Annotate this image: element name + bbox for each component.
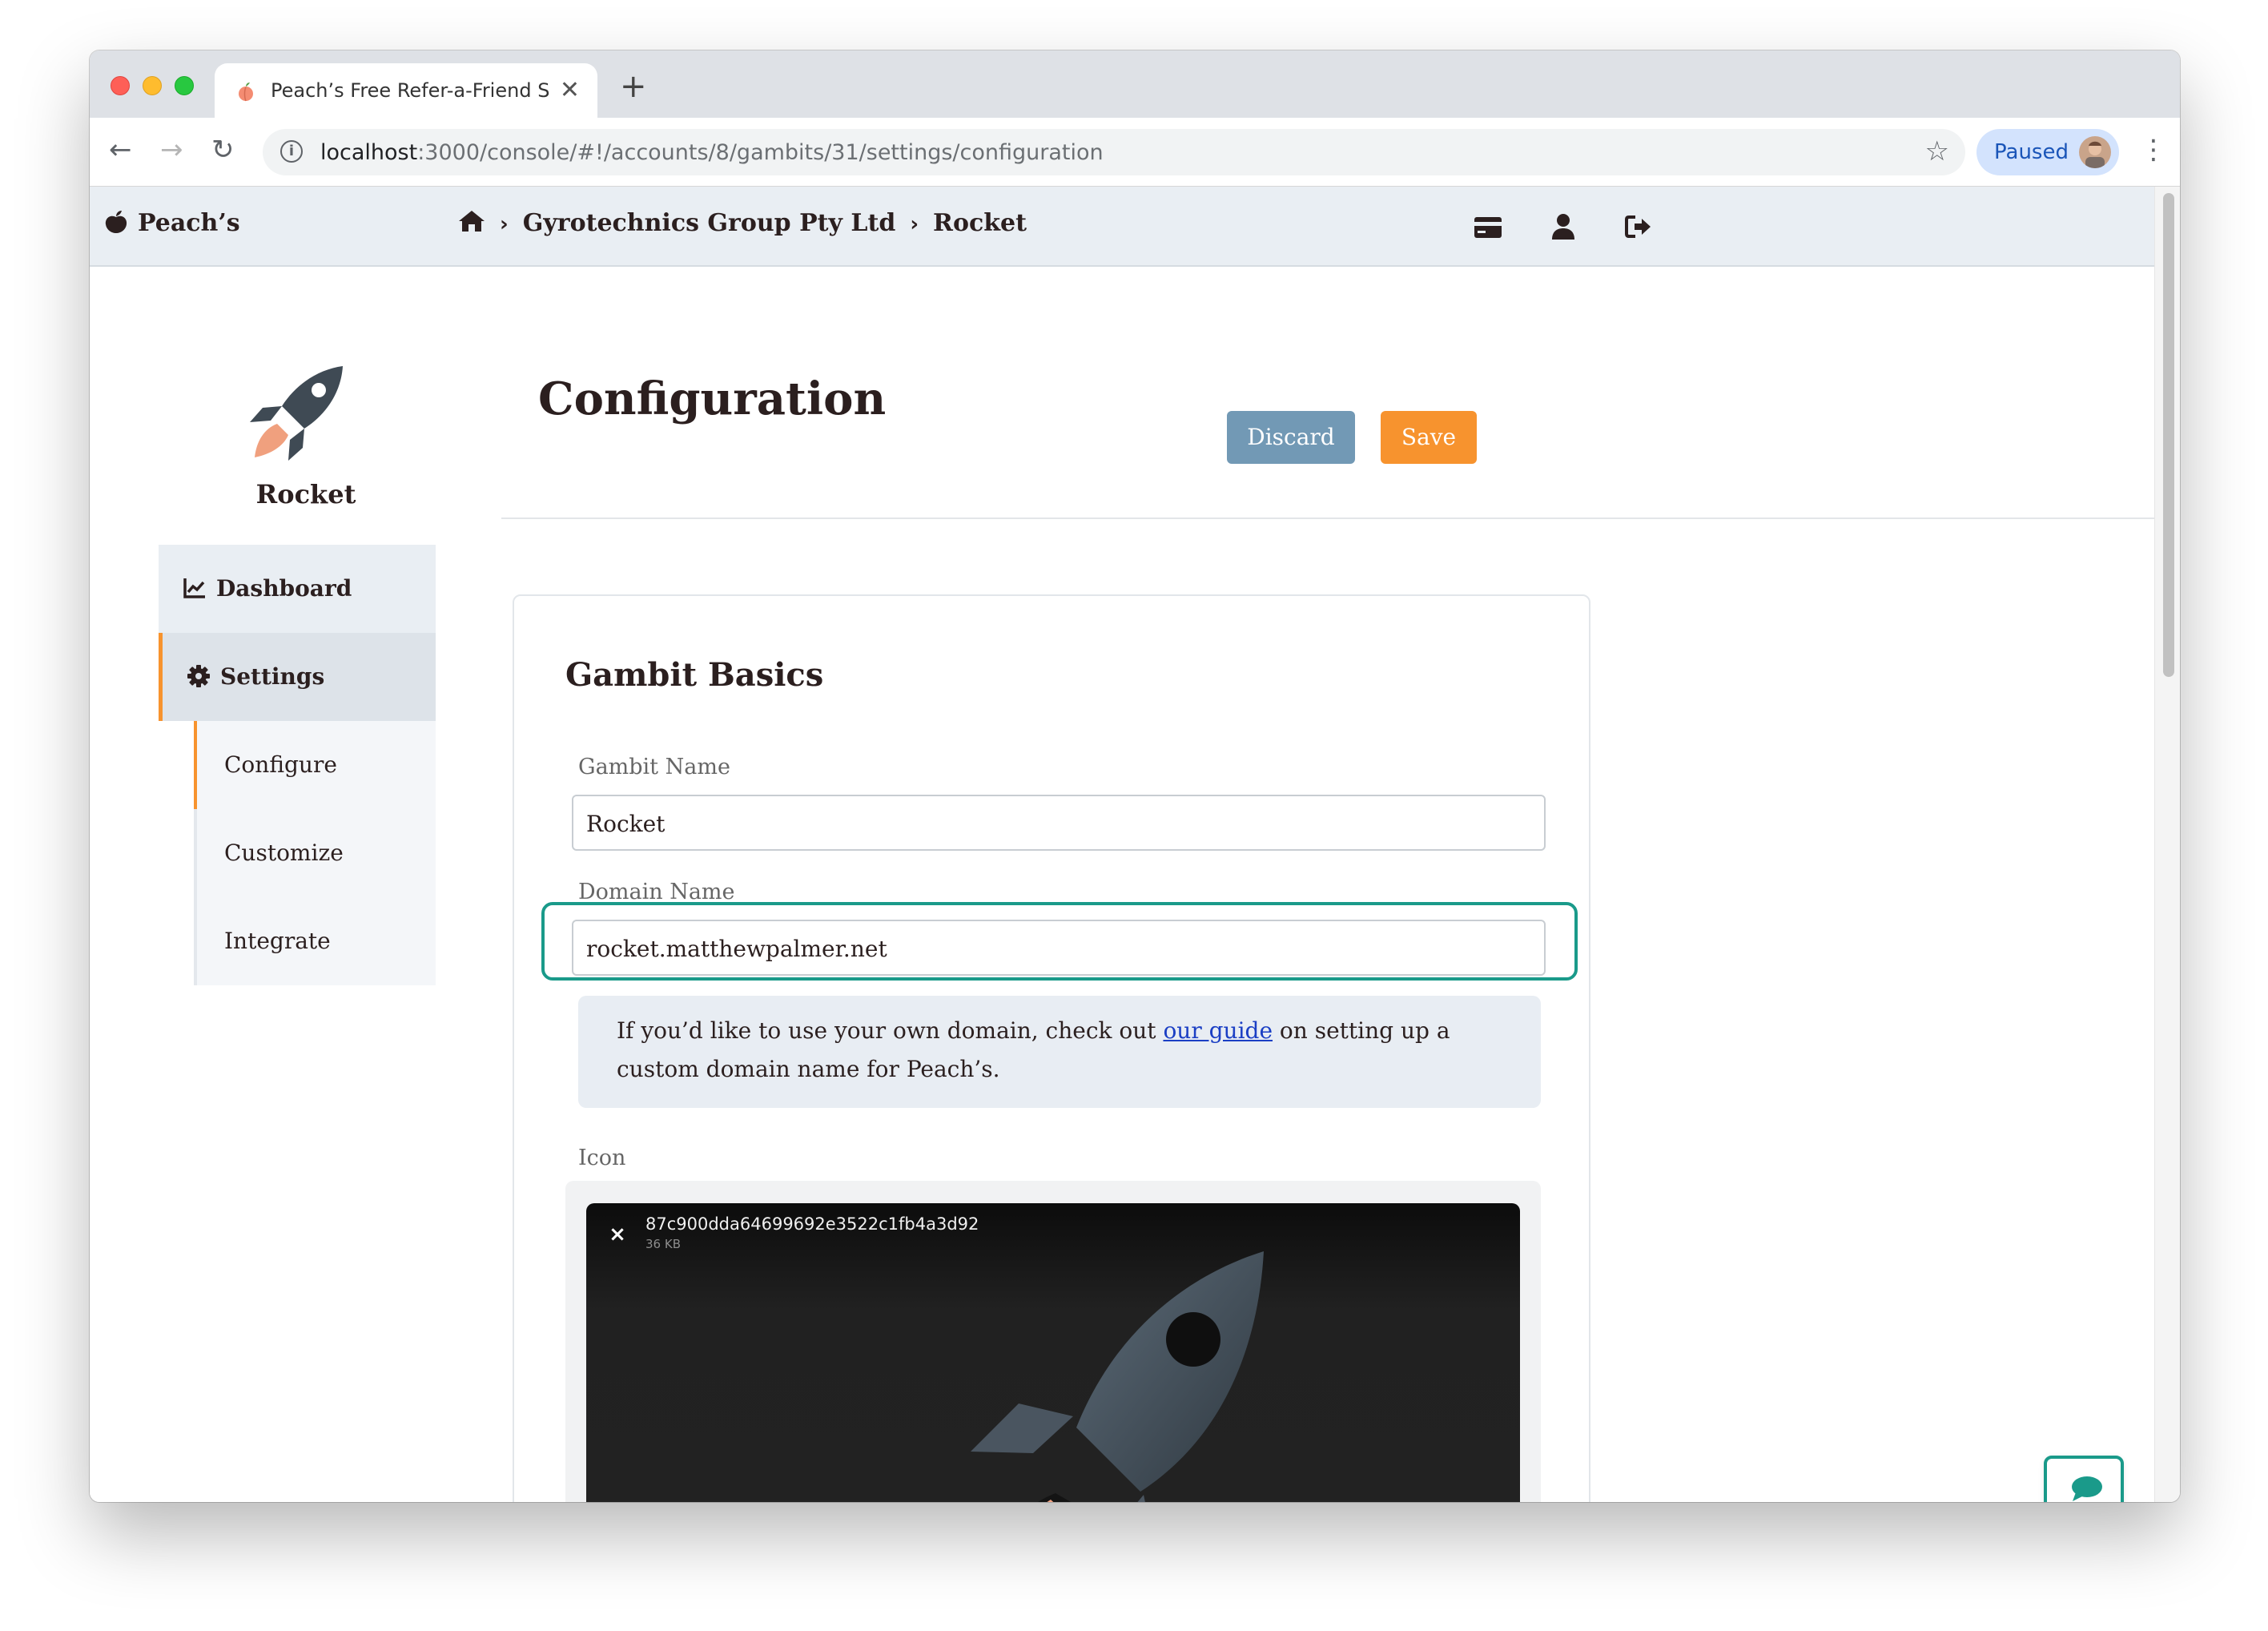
tab-close-icon[interactable]: ✕ [560, 76, 580, 104]
discard-button[interactable]: Discard [1227, 411, 1355, 464]
submenu-item-customize[interactable]: Customize [194, 809, 436, 897]
chat-bubble-icon [2072, 1476, 2102, 1501]
brand-link[interactable]: Peach’s [104, 209, 240, 237]
credit-card-icon[interactable] [1474, 211, 1502, 243]
new-tab-button[interactable]: + [620, 68, 647, 105]
gambit-basics-card: Gambit Basics Gambit Name Rocket Domain … [513, 594, 1590, 1502]
page-title: Configuration [538, 373, 887, 425]
user-icon[interactable] [1550, 211, 1576, 243]
sidebar-item-label: Dashboard [216, 575, 352, 602]
rocket-preview-icon [971, 1251, 1264, 1502]
breadcrumb-separator: › [500, 212, 509, 236]
custom-domain-help: If you’d like to use your own domain, ch… [578, 996, 1541, 1108]
reload-icon[interactable]: ↻ [211, 134, 235, 166]
sidebar-item-dashboard[interactable]: Dashboard [159, 545, 436, 633]
profile-label: Paused [1994, 140, 2069, 164]
rocket-logo-icon [250, 366, 343, 461]
profile-button[interactable]: Paused [1976, 129, 2119, 175]
breadcrumb-separator: › [910, 212, 919, 236]
page-scrollbar[interactable] [2154, 187, 2180, 1502]
address-bar[interactable]: i localhost:3000/console/#!/accounts/8/g… [263, 129, 1965, 175]
domain-name-label: Domain Name [578, 880, 735, 904]
icon-upload-area[interactable]: × 87c900dda64699692e3522c1fb4a3d92 36 KB [565, 1181, 1541, 1502]
browser-window: Peach’s Free Refer-a-Friend S ✕ + ← → ↻ … [90, 50, 2180, 1502]
submenu-item-label: Integrate [224, 928, 331, 954]
maximize-window-button[interactable] [175, 76, 194, 95]
icon-preview: × 87c900dda64699692e3522c1fb4a3d92 36 KB [586, 1203, 1520, 1502]
logout-icon[interactable] [1624, 211, 1653, 243]
breadcrumb-gambit[interactable]: Rocket [933, 209, 1027, 237]
sidebar-item-label: Settings [220, 663, 325, 690]
gambit-name-input[interactable]: Rocket [572, 795, 1546, 851]
submenu-item-configure[interactable]: Configure [194, 721, 436, 809]
settings-submenu: Configure Customize Integrate [194, 721, 436, 985]
chat-button[interactable] [2044, 1456, 2124, 1502]
back-arrow-icon[interactable]: ← [109, 134, 132, 166]
more-menu-icon[interactable]: ⋮ [2140, 134, 2167, 166]
minimize-window-button[interactable] [143, 76, 162, 95]
submenu-item-label: Configure [224, 751, 337, 778]
remove-file-icon[interactable]: × [604, 1221, 631, 1248]
sidebar-item-settings[interactable]: Settings [159, 633, 436, 721]
address-url: localhost:3000/console/#!/accounts/8/gam… [320, 140, 1104, 165]
section-title: Gambit Basics [565, 656, 824, 694]
save-button[interactable]: Save [1381, 411, 1477, 464]
tab-title: Peach’s Free Refer-a-Friend S [271, 79, 550, 102]
gear-icon [187, 665, 210, 687]
file-size: 36 KB [645, 1237, 681, 1251]
tab-strip: Peach’s Free Refer-a-Friend S ✕ + [90, 50, 2180, 118]
app-viewport: Peach’s › Gyrotechnics Group Pty Ltd › Rock… [90, 187, 2154, 1502]
home-icon[interactable] [458, 209, 485, 233]
breadcrumb: › Gyrotechnics Group Pty Ltd › Rocket [458, 209, 1027, 237]
chart-line-icon [183, 578, 205, 598]
domain-name-input[interactable]: rocket.matthewpalmer.net [572, 920, 1546, 976]
app-top-nav: Peach’s › Gyrotechnics Group Pty Ltd › Rock… [90, 187, 2154, 267]
forward-arrow-icon[interactable]: → [160, 134, 183, 166]
scrollbar-thumb[interactable] [2163, 193, 2174, 677]
submenu-item-integrate[interactable]: Integrate [194, 897, 436, 985]
our-guide-link[interactable]: our guide [1163, 1017, 1273, 1044]
icon-label: Icon [578, 1146, 626, 1170]
breadcrumb-account[interactable]: Gyrotechnics Group Pty Ltd [523, 209, 896, 237]
bookmark-star-icon[interactable]: ☆ [1925, 135, 1949, 167]
site-info-icon[interactable]: i [280, 140, 303, 163]
avatar [2079, 136, 2111, 168]
browser-toolbar: ← → ↻ i localhost:3000/console/#!/accoun… [90, 118, 2180, 187]
browser-tab-active[interactable]: Peach’s Free Refer-a-Friend S ✕ [215, 63, 597, 118]
close-window-button[interactable] [111, 76, 130, 95]
file-name: 87c900dda64699692e3522c1fb4a3d92 [645, 1214, 979, 1234]
peach-logo-icon [105, 211, 127, 233]
gambit-name-label: Gambit Name [578, 755, 730, 779]
sidebar-gambit-name: Rocket [255, 479, 356, 509]
brand-name: Peach’s [138, 209, 240, 237]
help-text: If you’d like to use your own domain, ch… [617, 1017, 1164, 1044]
header-divider [501, 517, 2154, 519]
peach-favicon-icon [239, 83, 253, 102]
submenu-item-label: Customize [224, 840, 344, 866]
